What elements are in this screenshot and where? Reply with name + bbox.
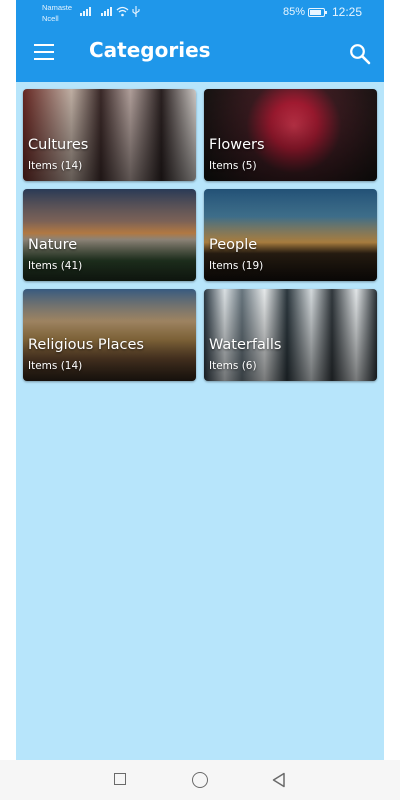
category-count: Items (14)	[28, 160, 83, 172]
category-count: Items (5)	[209, 160, 257, 172]
app-bar: Categories	[16, 26, 384, 82]
category-card-nature[interactable]: Nature Items (41)	[23, 189, 196, 281]
carrier-line-2: Ncell	[42, 14, 59, 23]
battery-fill	[310, 10, 322, 15]
battery-icon	[308, 8, 327, 17]
category-name: People	[209, 237, 258, 253]
categories-grid: Cultures Items (14) Flowers Items (5) Na…	[23, 89, 377, 381]
hamburger-menu-icon[interactable]	[34, 44, 54, 62]
app-screen: Namaste Ncell 85% 12:25 Categories Cultu…	[16, 0, 384, 760]
category-name: Cultures	[28, 137, 89, 153]
category-card-flowers[interactable]: Flowers Items (5)	[204, 89, 377, 181]
category-count: Items (14)	[28, 360, 83, 372]
category-count: Items (41)	[28, 260, 83, 272]
category-count: Items (6)	[209, 360, 257, 372]
carrier-info: Namaste Ncell	[42, 2, 72, 24]
search-icon[interactable]	[349, 43, 371, 65]
category-name: Religious Places	[28, 337, 144, 353]
status-bar: Namaste Ncell 85% 12:25	[16, 0, 384, 26]
square-recents-icon[interactable]	[114, 773, 126, 785]
signal-strength-icon	[80, 7, 91, 16]
page-title: Categories	[89, 38, 211, 62]
signal-strength-icon-2	[101, 7, 112, 16]
battery-percent: 85%	[283, 6, 306, 18]
category-name: Nature	[28, 237, 78, 253]
carrier-line-1: Namaste	[42, 3, 73, 12]
category-count: Items (19)	[209, 260, 264, 272]
category-card-religious-places[interactable]: Religious Places Items (14)	[23, 289, 196, 381]
wifi-icon	[116, 6, 129, 17]
triangle-back-icon[interactable]	[271, 772, 287, 788]
circle-home-icon[interactable]	[192, 772, 208, 788]
system-nav-bar	[0, 760, 400, 800]
clock-time: 12:25	[332, 5, 363, 19]
category-card-people[interactable]: People Items (19)	[204, 189, 377, 281]
usb-icon	[132, 6, 140, 17]
category-name: Waterfalls	[209, 337, 282, 353]
category-card-waterfalls[interactable]: Waterfalls Items (6)	[204, 289, 377, 381]
category-card-cultures[interactable]: Cultures Items (14)	[23, 89, 196, 181]
category-name: Flowers	[209, 137, 265, 153]
